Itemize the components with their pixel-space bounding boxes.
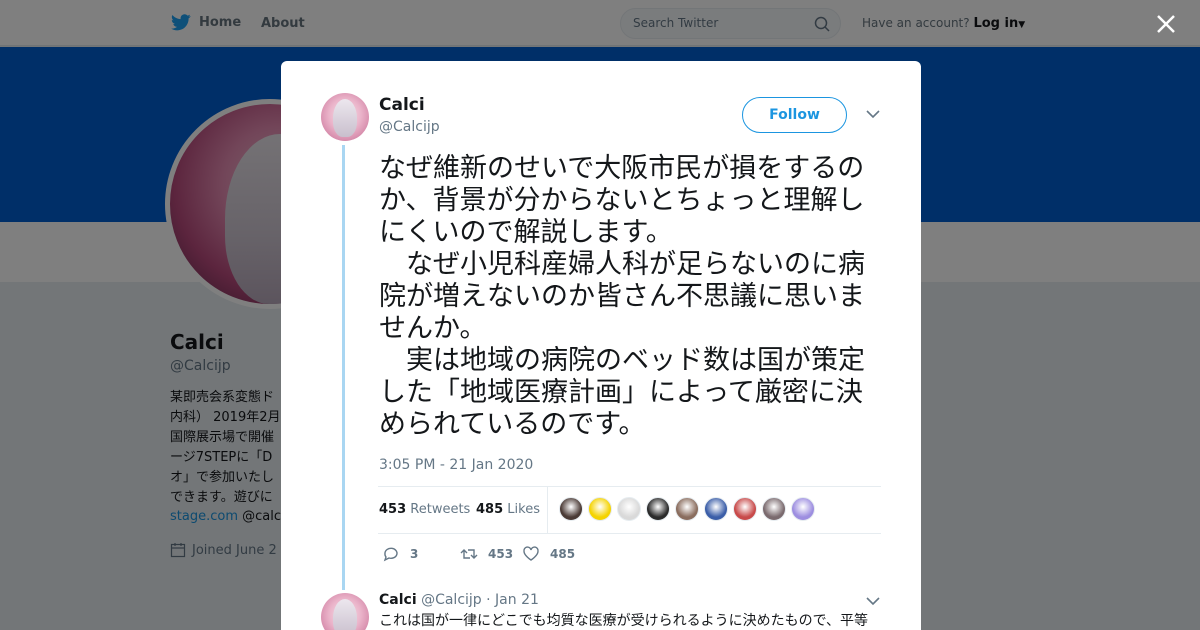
retweet-icon [460, 549, 478, 559]
tweet-stats: 453 Retweets 485 Likes [378, 486, 881, 534]
liker-avatar[interactable] [588, 497, 612, 521]
liker-avatar[interactable] [559, 497, 583, 521]
reply-author-handle[interactable]: @Calcijp [421, 592, 482, 608]
reply-count: 3 [410, 547, 419, 561]
retweets-label: Retweets [410, 502, 471, 517]
retweets-count: 453 [379, 502, 407, 517]
tweet-actions: 3 453 485 [382, 545, 682, 565]
tweet-author-avatar[interactable] [321, 93, 369, 141]
heart-icon [523, 546, 539, 561]
retweet-button[interactable]: 453 [460, 545, 513, 563]
reply-text: これは国が一律にどこでも均質な医療が受けられるように決めたもので、平等 [379, 613, 869, 629]
thread-connector [342, 145, 345, 590]
retweet-count: 453 [488, 547, 514, 561]
liker-avatar[interactable] [675, 497, 699, 521]
reply-header: Calci @Calcijp · Jan 21 [379, 592, 539, 608]
likes-stat[interactable]: 485 Likes [476, 502, 540, 517]
close-icon[interactable] [1154, 12, 1178, 36]
tweet-author-handle[interactable]: @Calcijp [379, 119, 440, 135]
like-button[interactable]: 485 [522, 545, 575, 563]
tweet-timestamp[interactable]: 3:05 PM - 21 Jan 2020 [379, 457, 533, 473]
reply-chevron-down-icon[interactable] [866, 596, 880, 606]
reply-button[interactable]: 3 [382, 545, 418, 563]
liker-avatars [559, 497, 815, 521]
liker-avatar[interactable] [704, 497, 728, 521]
like-count: 485 [550, 547, 576, 561]
tweet-text: なぜ維新のせいで大阪市民が損をするのか、背景が分からないとちょっと理解しにくいの… [379, 153, 865, 440]
liker-avatar[interactable] [791, 497, 815, 521]
chevron-down-icon[interactable] [866, 109, 880, 119]
retweets-stat[interactable]: 453 Retweets [379, 502, 470, 517]
reply-icon [383, 547, 398, 562]
liker-avatar[interactable] [733, 497, 757, 521]
reply-author-name[interactable]: Calci [379, 592, 417, 608]
likes-label: Likes [507, 502, 540, 517]
stats-divider [547, 487, 548, 533]
tweet-author-name[interactable]: Calci [379, 95, 425, 115]
reply-date[interactable]: · Jan 21 [486, 592, 539, 608]
liker-avatar[interactable] [646, 497, 670, 521]
reply-author-avatar[interactable] [321, 593, 369, 630]
follow-button[interactable]: Follow [742, 97, 847, 133]
liker-avatar[interactable] [762, 497, 786, 521]
liker-avatar[interactable] [617, 497, 641, 521]
tweet-modal: Calci @Calcijp Follow なぜ維新のせいで大阪市民が損をするの… [281, 61, 921, 630]
likes-count: 485 [476, 502, 504, 517]
